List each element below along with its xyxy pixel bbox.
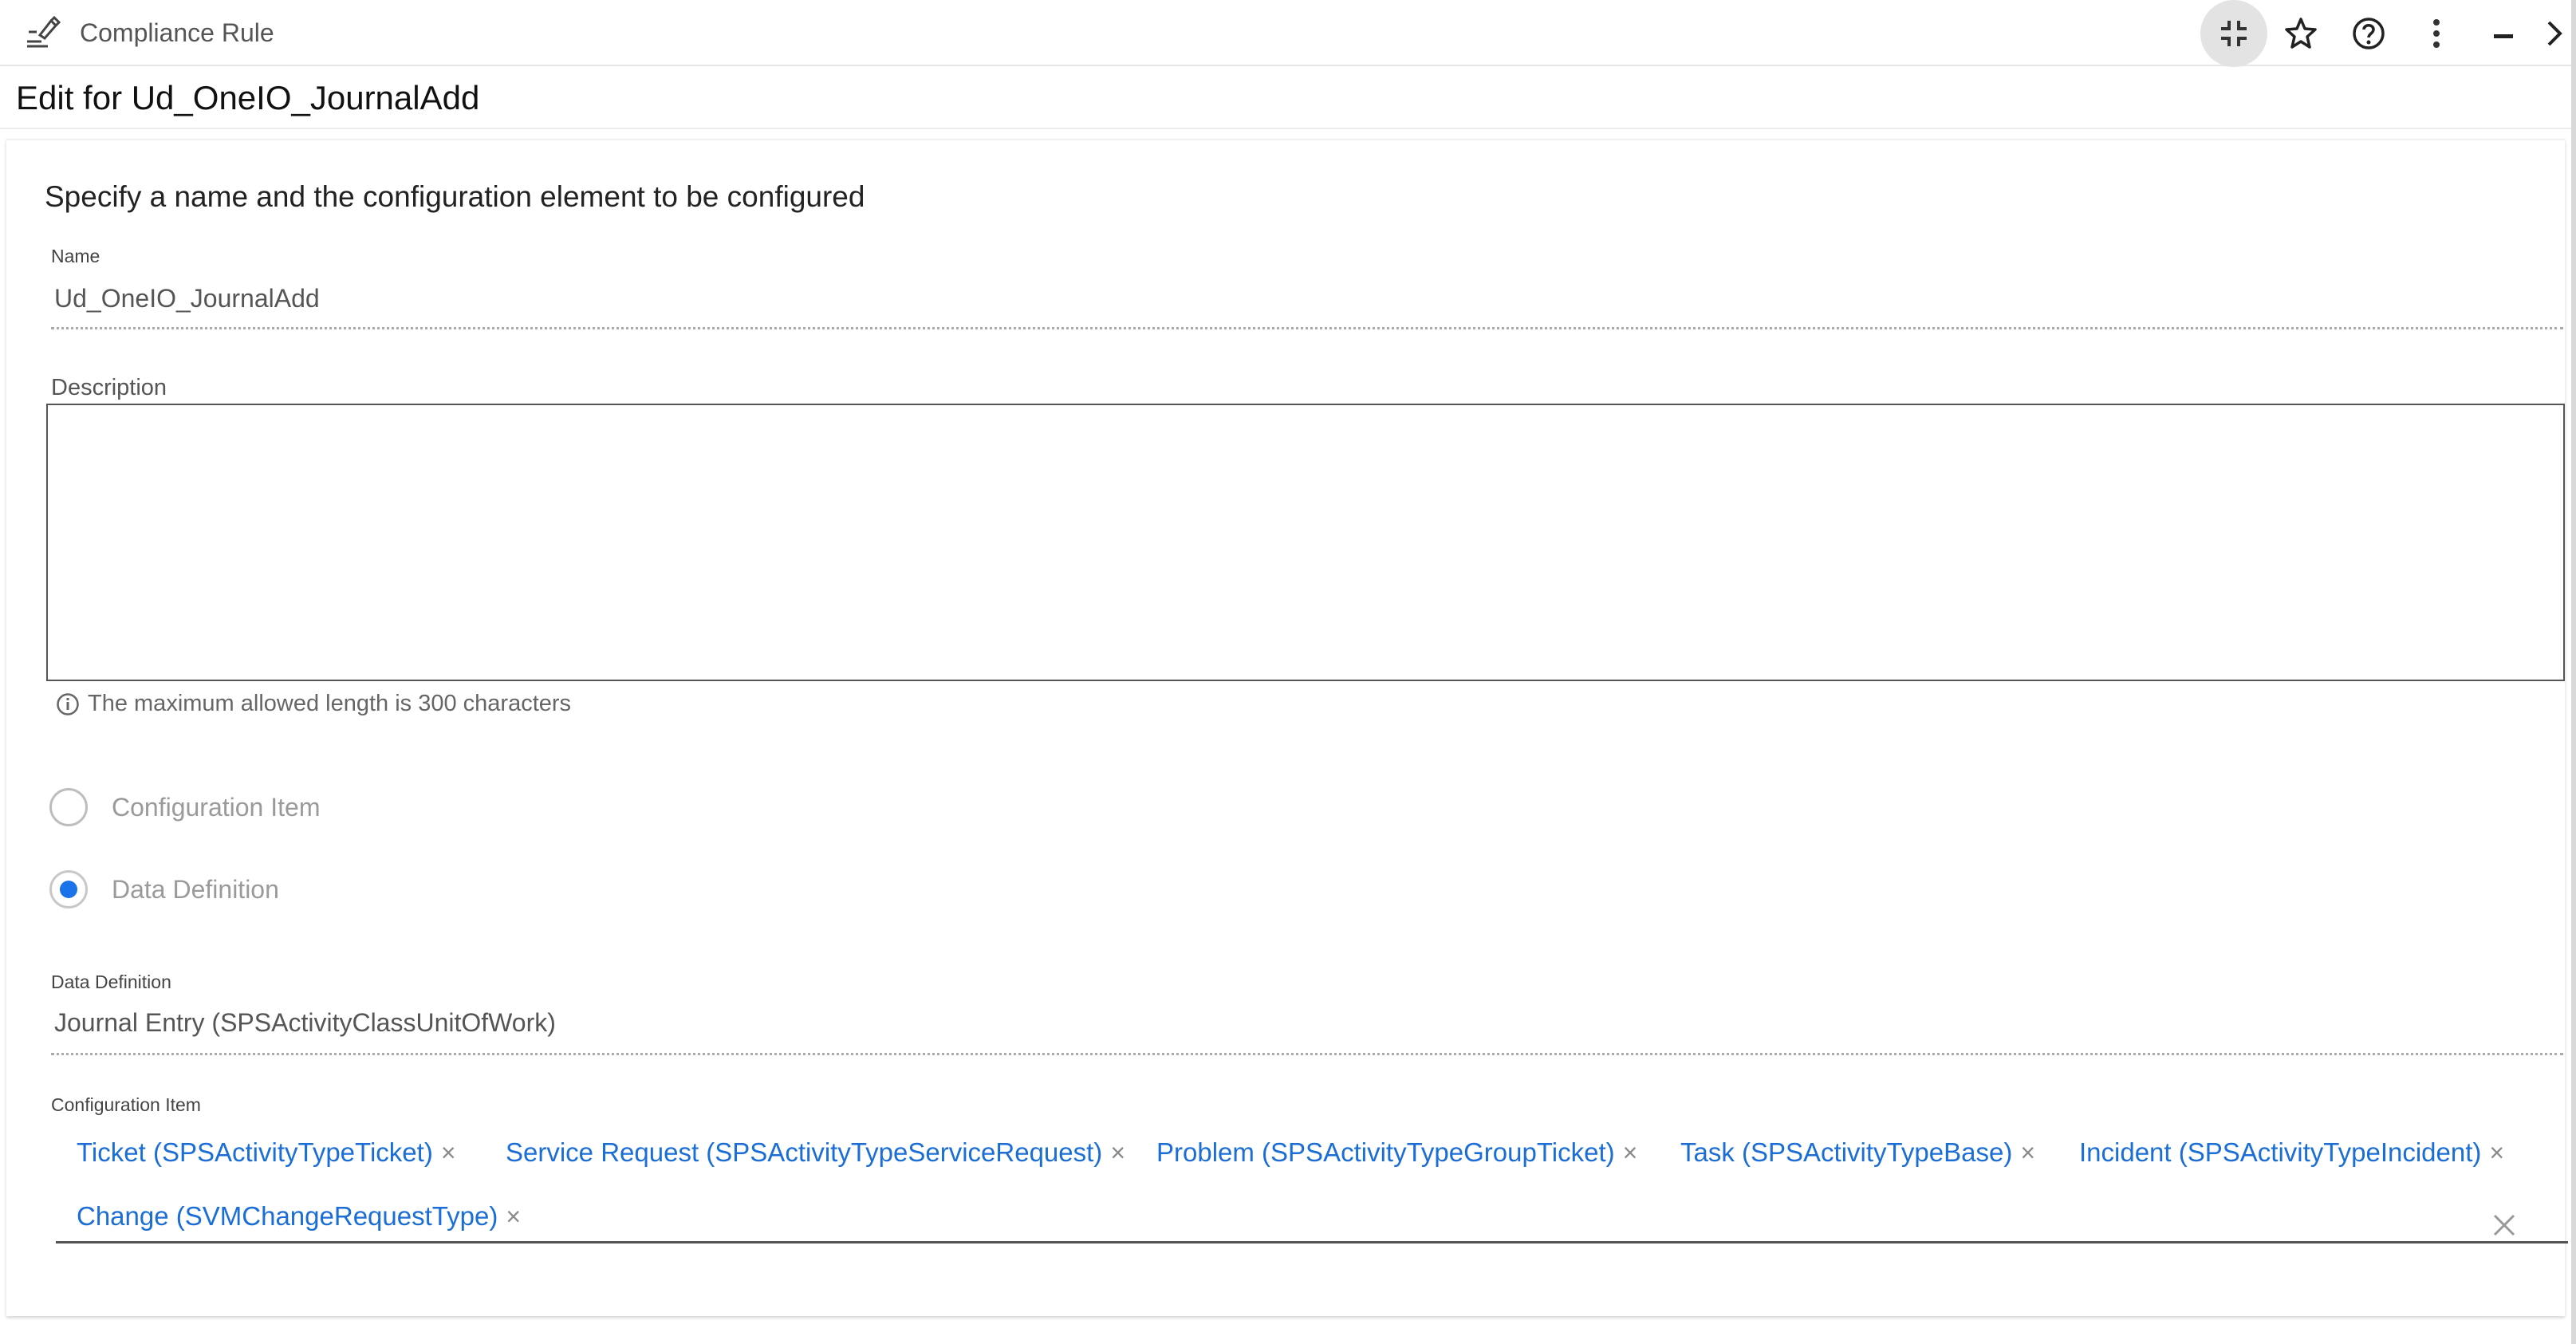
name-field[interactable]: Ud_OneIO_JournalAdd: [54, 284, 320, 313]
description-hint: The maximum allowed length is 300 charac…: [56, 691, 571, 717]
title-bar: Compliance Rule: [0, 0, 2576, 67]
config-item-chip[interactable]: Ticket (SPSActivityTypeTicket) ×: [77, 1137, 456, 1168]
chip-label: Incident (SPSActivityTypeIncident): [2079, 1137, 2482, 1167]
chip-label: Problem (SPSActivityTypeGroupTicket): [1156, 1137, 1615, 1167]
description-label: Description: [51, 375, 167, 400]
info-icon: [57, 692, 79, 715]
chip-remove-icon[interactable]: ×: [441, 1138, 456, 1168]
page-title: Edit for Ud_OneIO_JournalAdd: [16, 79, 480, 116]
config-item-chip[interactable]: Change (SVMChangeRequestType) ×: [77, 1201, 521, 1232]
exit-fullscreen-icon: [2221, 21, 2247, 46]
star-icon: [2285, 18, 2317, 49]
name-underline: [51, 327, 2563, 329]
radio-data-definition[interactable]: Data Definition: [49, 870, 279, 908]
compliance-rule-icon: [27, 15, 61, 48]
data-definition-label: Data Definition: [51, 972, 171, 992]
minimize-button[interactable]: [2470, 0, 2537, 67]
divider: [0, 128, 2571, 129]
chevron-right-icon: [2547, 21, 2562, 46]
chip-label: Task (SPSActivityTypeBase): [1680, 1137, 2013, 1167]
favorite-button[interactable]: [2267, 0, 2334, 67]
chip-remove-icon[interactable]: ×: [1110, 1138, 1125, 1168]
chip-remove-icon[interactable]: ×: [1623, 1138, 1638, 1168]
help-button[interactable]: [2335, 0, 2402, 67]
configuration-item-underline: [56, 1241, 2568, 1243]
config-item-chip[interactable]: Task (SPSActivityTypeBase) ×: [1680, 1137, 2035, 1168]
data-definition-underline: [51, 1053, 2563, 1055]
chip-label: Ticket (SPSActivityTypeTicket): [77, 1137, 433, 1167]
chip-remove-icon[interactable]: ×: [506, 1202, 521, 1232]
data-definition-field[interactable]: Journal Entry (SPSActivityClassUnitOfWor…: [54, 1008, 556, 1038]
app-title: Compliance Rule: [80, 18, 274, 47]
radio-button[interactable]: [49, 870, 88, 908]
section-title: Specify a name and the configuration ele…: [45, 180, 865, 213]
chip-label: Service Request (SPSActivityTypeServiceR…: [506, 1137, 1103, 1167]
configuration-item-label: Configuration Item: [51, 1094, 201, 1115]
more-vert-icon: [2433, 19, 2440, 48]
collapse-panel-button[interactable]: [2535, 0, 2576, 67]
name-label: Name: [51, 246, 100, 266]
config-item-chip[interactable]: Service Request (SPSActivityTypeServiceR…: [506, 1137, 1125, 1168]
radio-configuration-item[interactable]: Configuration Item: [49, 788, 320, 826]
radio-label: Configuration Item: [112, 792, 321, 822]
more-options-button[interactable]: [2403, 0, 2470, 67]
config-item-chip[interactable]: Incident (SPSActivityTypeIncident) ×: [2079, 1137, 2504, 1168]
minimize-icon: [2494, 34, 2513, 38]
hint-text: The maximum allowed length is 300 charac…: [88, 691, 572, 716]
config-item-chip[interactable]: Problem (SPSActivityTypeGroupTicket) ×: [1156, 1137, 1637, 1168]
description-textarea[interactable]: [46, 404, 2565, 681]
radio-label: Data Definition: [112, 874, 279, 904]
form-card: Specify a name and the configuration ele…: [6, 139, 2568, 1316]
help-icon: [2353, 18, 2385, 49]
clear-all-icon[interactable]: [2488, 1209, 2520, 1241]
chip-label: Change (SVMChangeRequestType): [77, 1201, 498, 1231]
exit-fullscreen-button[interactable]: [2200, 0, 2267, 67]
chip-remove-icon[interactable]: ×: [2020, 1138, 2035, 1168]
radio-button[interactable]: [49, 788, 88, 826]
window-edge: [2571, 0, 2576, 1344]
chip-remove-icon[interactable]: ×: [2489, 1138, 2504, 1168]
